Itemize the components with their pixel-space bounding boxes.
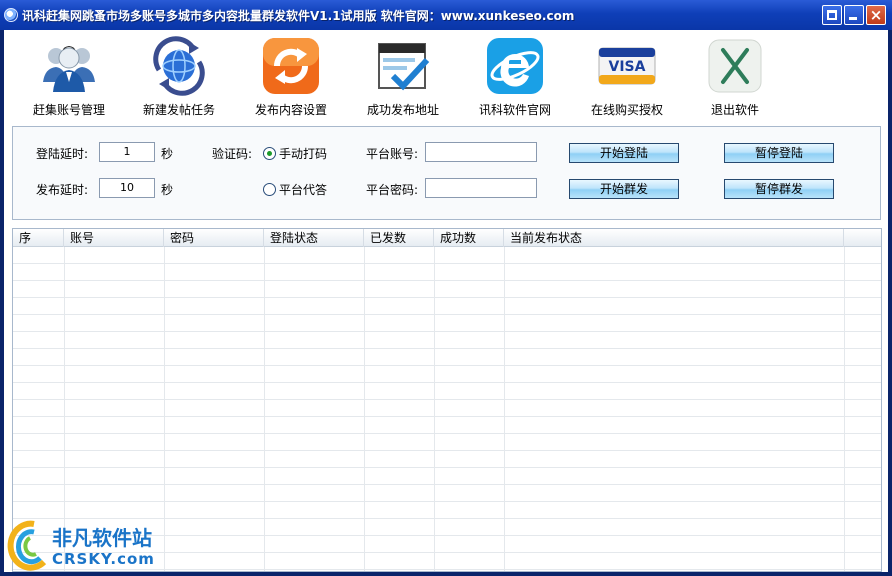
publish-delay-label: 发布延时: [36,183,89,197]
platform-password-label: 平台密码: [366,183,419,197]
pause-login-button[interactable]: 暂停登陆 [724,143,834,163]
tool-new-task[interactable]: 新建发帖任务 [124,34,234,120]
tool-buy-license[interactable]: VISA 在线购买授权 [572,34,682,120]
tool-label: 退出软件 [710,103,759,117]
tool-content-settings[interactable]: 发布内容设置 [236,34,346,120]
pause-send-button[interactable]: 暂停群发 [724,179,834,199]
crsky-logo-icon [4,518,50,572]
settings-panel: 登陆延时: 1 秒 发布延时: 10 秒 验证码: 手动打码 平台代答 平台账号… [12,126,881,220]
platform-account-label: 平台账号: [366,147,419,161]
captcha-manual-label: 手动打码 [279,147,328,161]
tool-account-manage[interactable]: 赶集账号管理 [14,34,124,120]
login-delay-unit: 秒 [161,147,174,161]
ie-browser-icon [485,36,545,96]
tool-exit[interactable]: 退出软件 [680,34,790,120]
column-header[interactable]: 密码 [164,229,264,247]
column-header[interactable]: 账号 [64,229,164,247]
column-divider [164,247,165,571]
window-title: 讯科赶集网跳蚤市场多账号多城市多内容批量群发软件V1.1试用版 软件官网：www… [22,8,575,23]
tool-label: 新建发帖任务 [142,103,215,117]
publish-delay-unit: 秒 [161,183,174,197]
browser-check-icon [373,36,433,96]
window-controls: × [822,5,886,25]
tool-official-site[interactable]: 讯科软件官网 [460,34,570,120]
column-divider [364,247,365,571]
column-header[interactable]: 序 [13,229,64,247]
tool-label: 赶集账号管理 [32,103,105,117]
minimize-icon [849,17,857,20]
radio-dot [263,183,276,196]
restore-icon [827,10,837,20]
start-login-button[interactable]: 开始登陆 [569,143,679,163]
svg-text:VISA: VISA [609,59,646,75]
sync-icon [261,36,321,96]
login-delay-input[interactable]: 1 [99,142,155,162]
tool-success-urls[interactable]: 成功发布地址 [348,34,458,120]
tool-label: 在线购买授权 [590,103,663,117]
close-button[interactable]: × [866,5,886,25]
toolbar: 赶集账号管理 新建发帖任务 发布内容设置 成功发布地址 讯科软件官网 VISA … [4,30,888,122]
x-icon [705,36,765,96]
platform-account-input[interactable] [425,142,537,162]
restore-button[interactable] [822,5,842,25]
visa-card-icon: VISA [597,36,657,96]
watermark-en: CRSKY.com [52,550,155,568]
column-divider [264,247,265,571]
captcha-manual-radio[interactable]: 手动打码 [263,145,327,162]
login-delay-label: 登陆延时: [36,147,89,161]
column-header[interactable]: 当前发布状态 [504,229,844,247]
captcha-label: 验证码: [212,147,253,161]
captcha-platform-label: 平台代答 [279,183,328,197]
users-icon [39,36,99,96]
watermark: 非凡软件站 CRSKY.com [0,516,160,576]
publish-delay-input[interactable]: 10 [99,178,155,198]
column-divider [844,247,845,571]
column-divider [434,247,435,571]
column-header[interactable]: 已发数 [364,229,434,247]
close-icon: × [869,6,883,24]
watermark-cn: 非凡软件站 [52,526,152,550]
captcha-platform-radio[interactable]: 平台代答 [263,181,327,198]
platform-password-input[interactable] [425,178,537,198]
tool-label: 发布内容设置 [254,103,327,117]
globe-refresh-icon [149,36,209,96]
radio-dot [263,147,276,160]
column-header[interactable]: 登陆状态 [264,229,364,247]
table-header: 序 账号 密码 登陆状态 已发数 成功数 当前发布状态 [13,229,881,247]
tool-label: 讯科软件官网 [478,103,551,117]
title-bar[interactable]: 讯科赶集网跳蚤市场多账号多城市多内容批量群发软件V1.1试用版 软件官网：www… [0,0,892,30]
column-divider [504,247,505,571]
start-send-button[interactable]: 开始群发 [569,179,679,199]
window-client: 赶集账号管理 新建发帖任务 发布内容设置 成功发布地址 讯科软件官网 VISA … [4,30,888,572]
column-header[interactable]: 成功数 [434,229,504,247]
minimize-button[interactable] [844,5,864,25]
tool-label: 成功发布地址 [366,103,439,117]
app-icon [4,8,18,22]
